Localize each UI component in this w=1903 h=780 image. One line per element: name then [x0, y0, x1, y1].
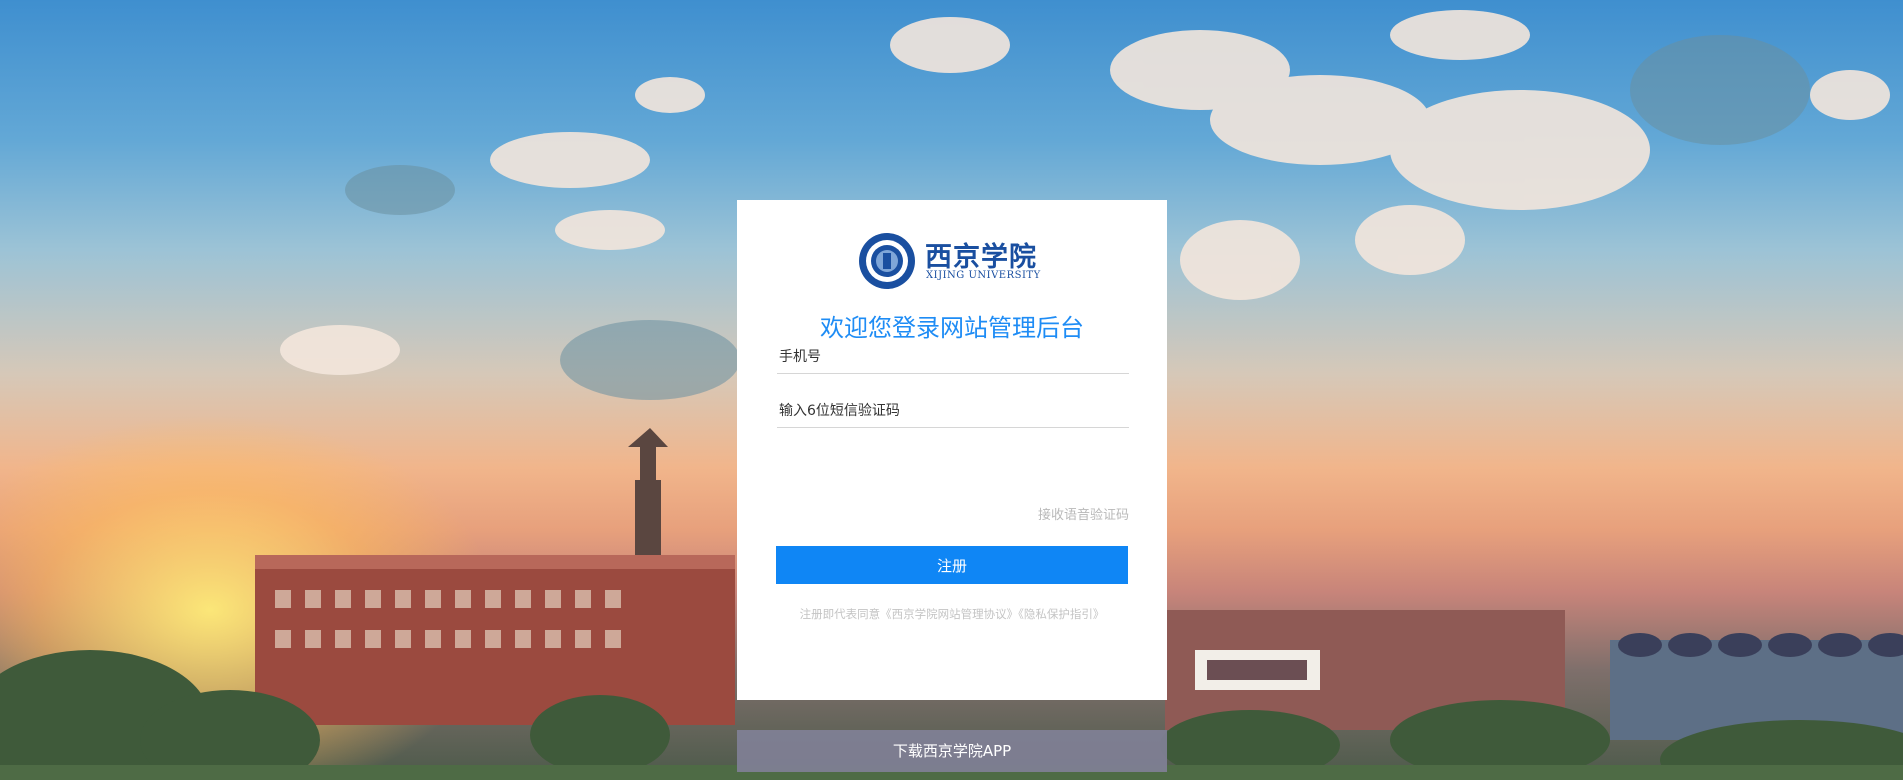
- voice-code-link[interactable]: 接收语音验证码: [1038, 504, 1129, 523]
- logo-name-cn: 西京学院: [925, 242, 1037, 273]
- university-logo: 西京学院 XIJING UNIVERSITY: [857, 229, 1057, 293]
- university-seal-icon: [859, 233, 915, 289]
- download-app-button[interactable]: 下载西京学院APP: [737, 730, 1167, 772]
- login-card: 西京学院 XIJING UNIVERSITY 欢迎您登录网站管理后台 接收语音验…: [737, 200, 1167, 700]
- agreement-prefix: 注册即代表同意: [799, 607, 881, 621]
- register-button[interactable]: 注册: [776, 546, 1128, 584]
- page-title: 欢迎您登录网站管理后台: [820, 314, 1084, 342]
- terms-link[interactable]: 《西京学院网站管理协议》: [880, 607, 1018, 621]
- logo-name-en: XIJING UNIVERSITY: [926, 270, 1041, 281]
- privacy-link[interactable]: 《隐私保护指引》: [1018, 607, 1104, 621]
- phone-input[interactable]: [777, 340, 1129, 374]
- sms-code-input[interactable]: [777, 394, 1129, 428]
- agreement-text: 注册即代表同意《西京学院网站管理协议》《隐私保护指引》: [737, 606, 1167, 622]
